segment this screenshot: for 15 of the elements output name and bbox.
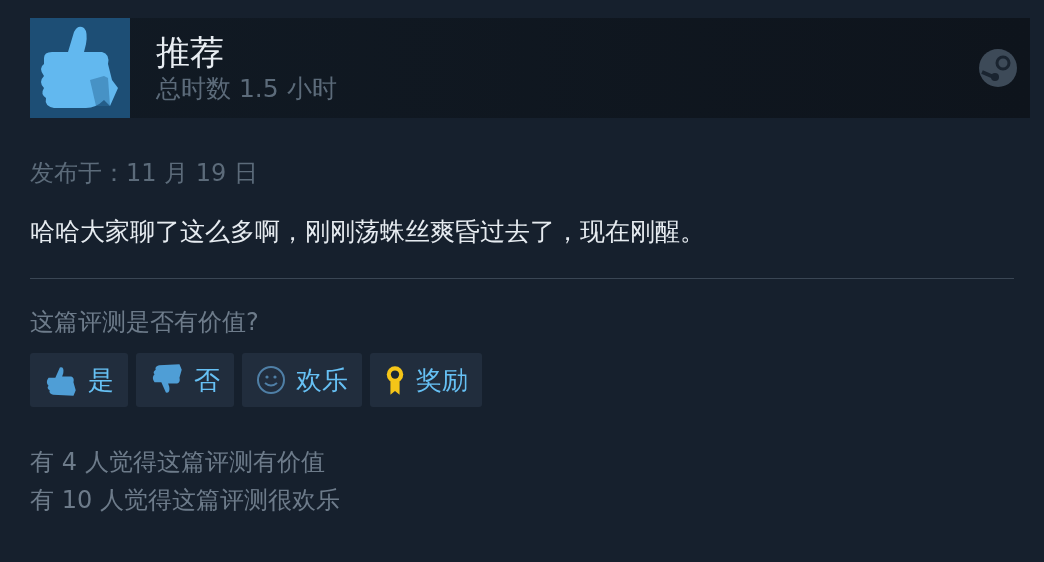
helpful-question: 这篇评测是否有价值?: [30, 307, 260, 338]
recommendation-title: 推荐: [156, 31, 225, 73]
steam-logo-icon: [978, 48, 1018, 88]
vote-button[interactable]: 否: [136, 353, 234, 407]
vote-count-text: 有 10 人觉得这篇评测很欢乐: [30, 485, 341, 516]
medal-icon: [384, 364, 406, 396]
vote-count-text: 有 4 人觉得这篇评测有价值: [30, 447, 326, 478]
review-text: 哈哈大家聊了这么多啊，刚刚荡蛛丝爽昏过去了，现在刚醒。: [30, 216, 706, 248]
smiley-icon: [256, 365, 286, 395]
thumbs-up-icon: [30, 18, 130, 118]
vote-button[interactable]: 欢乐: [242, 353, 362, 407]
vote-button[interactable]: 是: [30, 353, 128, 407]
award-button[interactable]: 奖励: [370, 353, 482, 407]
posted-date: 发布于：11 月 19 日: [30, 158, 259, 189]
playtime-text: 总时数 1.5 小时: [156, 73, 338, 105]
